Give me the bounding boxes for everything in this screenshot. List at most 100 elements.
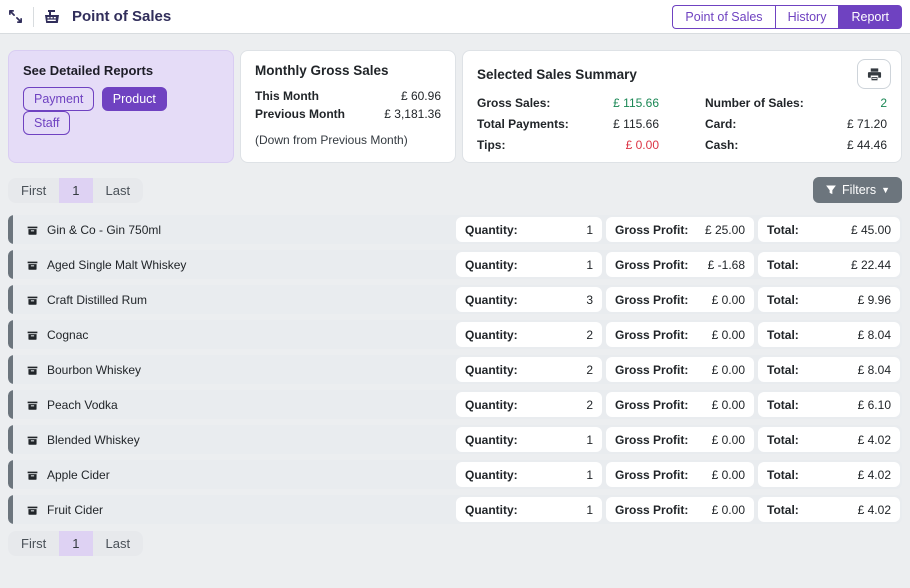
product-name: Aged Single Malt Whiskey xyxy=(47,258,186,272)
pagination-last-button[interactable]: Last xyxy=(93,531,144,556)
total-value: £ 4.02 xyxy=(858,503,891,517)
gross-profit-value: £ 0.00 xyxy=(712,433,745,447)
quantity-value: 1 xyxy=(586,258,593,272)
quantity-value: 1 xyxy=(586,468,593,482)
quantity-box: Quantity: 1 xyxy=(456,252,602,277)
gross-profit-label: Gross Profit: xyxy=(615,503,688,517)
tab-report[interactable]: Report xyxy=(838,5,902,29)
quantity-value: 1 xyxy=(586,433,593,447)
total-box: Total: £ 8.04 xyxy=(758,322,900,347)
total-label: Total: xyxy=(767,433,799,447)
quantity-box: Quantity: 1 xyxy=(456,427,602,452)
product-row[interactable]: Apple Cider Quantity: 1 Gross Profit: £ … xyxy=(8,460,902,489)
previous-month-label: Previous Month xyxy=(255,107,345,121)
expand-arrows-icon[interactable] xyxy=(8,9,23,24)
quantity-label: Quantity: xyxy=(465,328,518,342)
monthly-gross-sales-title: Monthly Gross Sales xyxy=(255,63,441,78)
detailed-reports-card: See Detailed Reports Payment Product Sta… xyxy=(8,50,234,163)
total-box: Total: £ 45.00 xyxy=(758,217,900,242)
total-label: Total: xyxy=(767,293,799,307)
product-name: Gin & Co - Gin 750ml xyxy=(47,223,161,237)
product-box-icon xyxy=(26,223,39,236)
gross-profit-box: Gross Profit: £ 0.00 xyxy=(606,357,754,382)
gross-profit-value: £ 0.00 xyxy=(712,468,745,482)
divider xyxy=(33,7,34,27)
product-name: Cognac xyxy=(47,328,88,342)
gross-sales-value: £ 115.66 xyxy=(613,96,659,110)
total-value: £ 22.44 xyxy=(851,258,891,272)
sales-summary-title: Selected Sales Summary xyxy=(477,67,887,82)
payment-report-button[interactable]: Payment xyxy=(23,87,94,111)
gross-profit-label: Gross Profit: xyxy=(615,223,688,237)
tips-stat: Tips: £ 0.00 xyxy=(477,138,659,152)
card-stat: Card: £ 71.20 xyxy=(705,117,887,131)
total-label: Total: xyxy=(767,398,799,412)
gross-profit-label: Gross Profit: xyxy=(615,293,688,307)
pagination-page-1-button[interactable]: 1 xyxy=(59,178,92,203)
gross-profit-box: Gross Profit: £ 0.00 xyxy=(606,497,754,522)
quantity-box: Quantity: 1 xyxy=(456,462,602,487)
product-row[interactable]: Craft Distilled Rum Quantity: 3 Gross Pr… xyxy=(8,285,902,314)
quantity-label: Quantity: xyxy=(465,468,518,482)
gross-sales-stat: Gross Sales: £ 115.66 xyxy=(477,96,659,110)
gross-profit-label: Gross Profit: xyxy=(615,433,688,447)
chevron-down-icon: ▼ xyxy=(881,186,890,195)
cash-stat: Cash: £ 44.46 xyxy=(705,138,887,152)
total-value: £ 45.00 xyxy=(851,223,891,237)
total-box: Total: £ 4.02 xyxy=(758,497,900,522)
pagination-page-1-button[interactable]: 1 xyxy=(59,531,92,556)
total-value: £ 4.02 xyxy=(858,468,891,482)
product-row[interactable]: Bourbon Whiskey Quantity: 2 Gross Profit… xyxy=(8,355,902,384)
gross-profit-label: Gross Profit: xyxy=(615,328,688,342)
pagination-first-button[interactable]: First xyxy=(8,531,59,556)
total-value: £ 6.10 xyxy=(858,398,891,412)
total-label: Total: xyxy=(767,468,799,482)
number-of-sales-stat: Number of Sales: 2 xyxy=(705,96,887,110)
total-value: £ 9.96 xyxy=(858,293,891,307)
staff-report-button[interactable]: Staff xyxy=(23,111,70,135)
product-box-icon xyxy=(26,293,39,306)
tab-history[interactable]: History xyxy=(775,5,839,29)
product-name: Craft Distilled Rum xyxy=(47,293,147,307)
this-month-value: £ 60.96 xyxy=(401,89,441,103)
product-name: Peach Vodka xyxy=(47,398,118,412)
previous-month-value: £ 3,181.36 xyxy=(384,107,441,121)
gross-profit-value: £ 0.00 xyxy=(712,398,745,412)
previous-month-row: Previous Month £ 3,181.36 xyxy=(255,107,441,121)
tab-point-of-sales[interactable]: Point of Sales xyxy=(672,5,774,29)
filters-button[interactable]: Filters ▼ xyxy=(813,177,902,203)
this-month-row: This Month £ 60.96 xyxy=(255,89,441,103)
tips-label: Tips: xyxy=(477,138,505,152)
product-name: Blended Whiskey xyxy=(47,433,140,447)
product-report-button[interactable]: Product xyxy=(102,87,167,111)
gross-profit-value: £ 25.00 xyxy=(705,223,745,237)
trend-note: (Down from Previous Month) xyxy=(255,133,441,147)
gross-profit-box: Gross Profit: £ 0.00 xyxy=(606,322,754,347)
quantity-box: Quantity: 2 xyxy=(456,357,602,382)
product-name: Apple Cider xyxy=(47,468,110,482)
total-box: Total: £ 22.44 xyxy=(758,252,900,277)
product-box-icon xyxy=(26,468,39,481)
print-button[interactable] xyxy=(857,59,891,89)
product-row[interactable]: Fruit Cider Quantity: 1 Gross Profit: £ … xyxy=(8,495,902,524)
total-label: Total: xyxy=(767,258,799,272)
pagination-last-button[interactable]: Last xyxy=(93,178,144,203)
gross-sales-label: Gross Sales: xyxy=(477,96,550,110)
product-row[interactable]: Blended Whiskey Quantity: 1 Gross Profit… xyxy=(8,425,902,454)
total-label: Total: xyxy=(767,503,799,517)
quantity-value: 2 xyxy=(586,398,593,412)
gross-profit-box: Gross Profit: £ 25.00 xyxy=(606,217,754,242)
product-row[interactable]: Peach Vodka Quantity: 2 Gross Profit: £ … xyxy=(8,390,902,419)
product-box-icon xyxy=(26,328,39,341)
pagination-first-button[interactable]: First xyxy=(8,178,59,203)
product-row[interactable]: Gin & Co - Gin 750ml Quantity: 1 Gross P… xyxy=(8,215,902,244)
product-list: Gin & Co - Gin 750ml Quantity: 1 Gross P… xyxy=(8,215,902,524)
gross-profit-value: £ 0.00 xyxy=(712,503,745,517)
product-row[interactable]: Cognac Quantity: 2 Gross Profit: £ 0.00 … xyxy=(8,320,902,349)
pagination-top: First 1 Last xyxy=(8,178,143,203)
total-payments-label: Total Payments: xyxy=(477,117,569,131)
quantity-box: Quantity: 1 xyxy=(456,217,602,242)
product-row[interactable]: Aged Single Malt Whiskey Quantity: 1 Gro… xyxy=(8,250,902,279)
product-box-icon xyxy=(26,398,39,411)
total-label: Total: xyxy=(767,363,799,377)
